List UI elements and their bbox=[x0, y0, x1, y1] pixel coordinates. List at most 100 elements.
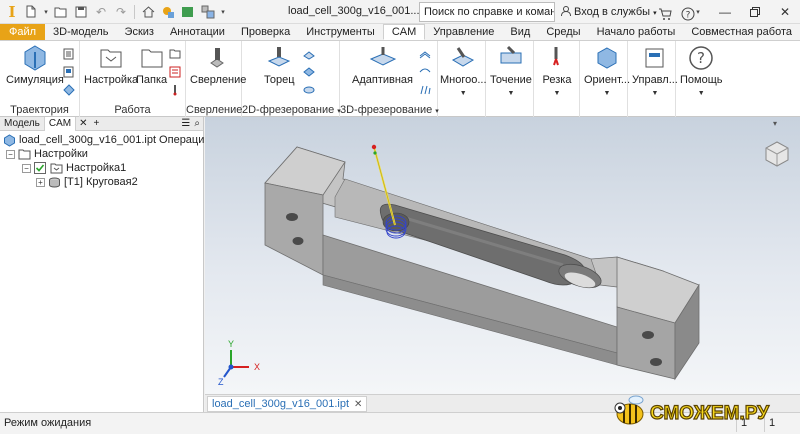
post-process-icon[interactable] bbox=[62, 47, 76, 61]
tab-collaborate[interactable]: Совместная работа bbox=[683, 24, 800, 40]
search-icon[interactable]: ⌕ bbox=[194, 118, 200, 129]
setup-icon bbox=[96, 43, 126, 73]
signin-button[interactable]: Вход в службы ▾ bbox=[560, 5, 657, 18]
menu-icon[interactable]: ☰ bbox=[181, 118, 190, 129]
tab-tools[interactable]: Инструменты bbox=[298, 24, 383, 40]
tree-setups[interactable]: − Настройки bbox=[6, 147, 88, 161]
group-2d-milling: Торец 2D-фрезерование ▾ bbox=[242, 41, 341, 117]
group-multiaxis: Многоо... ▼ bbox=[438, 41, 487, 117]
tab-3d-model[interactable]: 3D-модель bbox=[45, 24, 116, 40]
view-cube[interactable] bbox=[762, 139, 792, 169]
tree-operation-label: [T1] Круговая2 bbox=[64, 176, 138, 188]
group-work: Настройка Папка Работа bbox=[80, 41, 186, 117]
restore-button[interactable] bbox=[740, 0, 770, 24]
graphics-viewport[interactable]: X Y Z ▾ bbox=[205, 117, 800, 394]
material-icon[interactable] bbox=[178, 2, 198, 22]
verify-icon[interactable] bbox=[62, 83, 76, 97]
manual-nc-icon[interactable] bbox=[168, 65, 182, 79]
tab-view[interactable]: Вид bbox=[502, 24, 538, 40]
drill-label: Сверление bbox=[190, 74, 247, 86]
tab-environments[interactable]: Среды bbox=[538, 24, 588, 40]
close-icon[interactable]: ✕ bbox=[76, 118, 90, 129]
pocket-2d-icon[interactable] bbox=[302, 65, 316, 79]
contour-3d-icon[interactable] bbox=[418, 83, 432, 97]
tree-operation[interactable]: + [T1] Круговая2 bbox=[36, 175, 138, 189]
collapse-icon[interactable]: − bbox=[22, 163, 31, 173]
tree-setup1-label: Настройка1 bbox=[66, 162, 127, 174]
new-icon[interactable] bbox=[21, 2, 41, 22]
simulation-button[interactable]: Симуляция bbox=[6, 43, 64, 86]
turning-label: Точение bbox=[490, 74, 532, 86]
face-icon bbox=[264, 43, 294, 73]
selection-icon[interactable] bbox=[198, 2, 218, 22]
folder-icon bbox=[137, 43, 167, 73]
minimize-button[interactable]: — bbox=[710, 0, 740, 24]
nav-collapse-icon[interactable]: ▾ bbox=[773, 119, 777, 128]
collapse-icon[interactable]: − bbox=[6, 149, 15, 159]
tab-get-started[interactable]: Начало работы bbox=[589, 24, 684, 40]
scallop-icon[interactable] bbox=[418, 65, 432, 79]
group-drilling: Сверление Сверление bbox=[186, 41, 246, 117]
help-search-input[interactable]: Поиск по справке и командам bbox=[419, 2, 555, 22]
close-icon[interactable]: ✕ bbox=[354, 399, 362, 410]
browser-tab-cam[interactable]: CAM bbox=[43, 116, 77, 131]
multiaxis-label: Многоо... bbox=[440, 74, 487, 86]
new-dropdown-icon[interactable]: ▾ bbox=[41, 2, 51, 22]
part-model: X Y Z bbox=[218, 144, 700, 387]
help-dropdown-icon[interactable]: ▾ bbox=[694, 2, 702, 22]
setup-sheet-icon[interactable] bbox=[62, 65, 76, 79]
orientation-button[interactable]: Ориент... ▼ bbox=[584, 43, 630, 97]
tab-file[interactable]: Файл bbox=[0, 24, 46, 40]
tab-manage[interactable]: Управление bbox=[425, 24, 502, 40]
setup-button[interactable]: Настройка bbox=[84, 43, 138, 86]
simulation-label: Симуляция bbox=[6, 74, 64, 86]
open-icon[interactable] bbox=[51, 2, 71, 22]
group-2d-milling-label[interactable]: 2D-фрезерование ▾ bbox=[242, 104, 341, 116]
redo-icon[interactable]: ↷ bbox=[111, 2, 131, 22]
face-button[interactable]: Торец bbox=[264, 43, 295, 86]
pattern-icon[interactable] bbox=[168, 47, 182, 61]
undo-icon[interactable]: ↶ bbox=[91, 2, 111, 22]
multiaxis-button[interactable]: Многоо... ▼ bbox=[440, 43, 487, 97]
app-logo-icon[interactable]: I bbox=[3, 2, 21, 22]
tab-sketch[interactable]: Эскиз bbox=[117, 24, 162, 40]
manage-button[interactable]: Управл... ▼ bbox=[632, 43, 678, 97]
document-tab[interactable]: load_cell_300g_v16_001.ipt ✕ bbox=[207, 396, 368, 412]
folder-button[interactable]: Папка bbox=[136, 43, 167, 86]
group-turning: Точение ▼ bbox=[486, 41, 534, 117]
separator bbox=[134, 4, 135, 19]
contour-2d-icon[interactable] bbox=[302, 47, 316, 61]
bore-icon[interactable] bbox=[302, 83, 316, 97]
cutting-button[interactable]: Резка ▼ bbox=[542, 43, 572, 97]
probe-icon[interactable] bbox=[168, 83, 182, 97]
turning-button[interactable]: Точение ▼ bbox=[490, 43, 532, 97]
inventor-window: I ▾ ↶ ↷ ▾ load_cell_300g_v16_001... Поис… bbox=[0, 0, 800, 434]
browser-tab-model[interactable]: Модель bbox=[0, 117, 44, 131]
tree-setup1[interactable]: − Настройка1 bbox=[22, 161, 126, 175]
tab-annotations[interactable]: Аннотации bbox=[162, 24, 233, 40]
expand-icon[interactable]: + bbox=[36, 177, 45, 187]
cart-icon[interactable] bbox=[655, 4, 675, 24]
home-icon[interactable] bbox=[138, 2, 158, 22]
add-tab-button[interactable]: + bbox=[91, 118, 103, 129]
group-cutting: Резка ▼ bbox=[534, 41, 580, 117]
tab-cam[interactable]: CAM bbox=[382, 24, 426, 40]
appearance-icon[interactable] bbox=[158, 2, 178, 22]
checkbox-checked-icon[interactable] bbox=[34, 161, 47, 175]
save-icon[interactable] bbox=[71, 2, 91, 22]
multiaxis-icon bbox=[448, 43, 478, 73]
parallel-icon[interactable] bbox=[418, 47, 432, 61]
adaptive-button[interactable]: Адаптивная bbox=[352, 43, 413, 86]
more-dropdown-icon[interactable]: ▾ bbox=[218, 2, 228, 22]
drill-button[interactable]: Сверление bbox=[190, 43, 246, 86]
close-button[interactable]: ✕ bbox=[770, 0, 800, 24]
tab-inspect[interactable]: Проверка bbox=[233, 24, 298, 40]
group-3d-milling-label[interactable]: 3D-фрезерование ▾ bbox=[340, 104, 439, 116]
chevron-down-icon: ▼ bbox=[603, 90, 611, 97]
axis-y-label: Y bbox=[228, 339, 234, 349]
group-3d-milling-title: 3D-фрезерование bbox=[340, 104, 433, 116]
tree-root[interactable]: load_cell_300g_v16_001.ipt Операции bbox=[3, 133, 211, 147]
cutting-icon bbox=[542, 43, 572, 73]
chevron-down-icon: ▼ bbox=[459, 90, 467, 97]
help-button[interactable]: ? Помощь ▼ bbox=[680, 43, 723, 97]
